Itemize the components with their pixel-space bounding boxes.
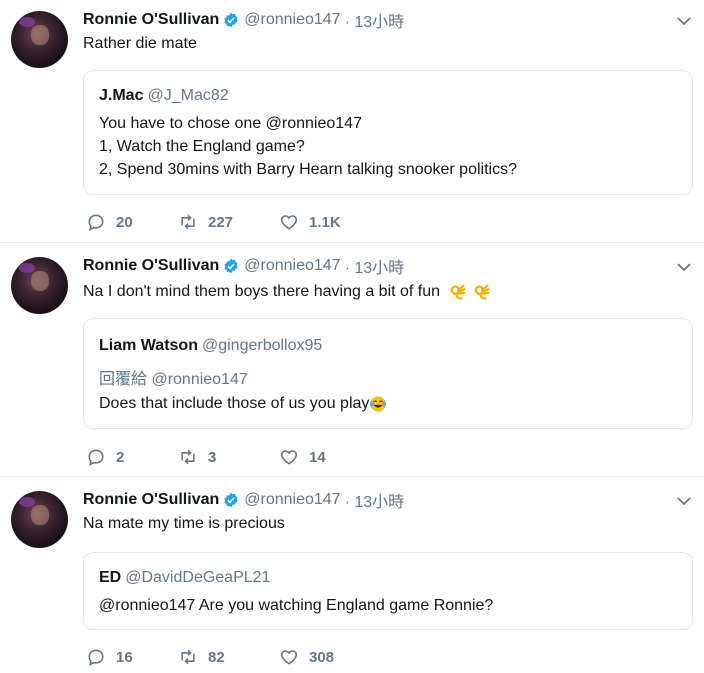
reply-icon — [88, 449, 104, 466]
tweet-text: Rather die mate — [83, 35, 197, 52]
verified-badge-icon — [224, 12, 238, 28]
reply-button[interactable]: 2 — [86, 447, 124, 467]
reply-button[interactable]: 20 — [86, 212, 133, 232]
like-count: 14 — [309, 448, 326, 466]
quoted-text-content: Does that include those of us you play — [99, 395, 370, 413]
verified-badge-icon — [224, 492, 238, 508]
quoted-author-handle: @gingerbollox95 — [201, 337, 323, 354]
reply-to-label: 回覆給 @ronnieo147 — [99, 371, 248, 388]
retweet-count: 82 — [208, 648, 225, 666]
quoted-author-handle: @DavidDeGeaPL21 — [125, 569, 271, 586]
avatar[interactable] — [11, 11, 68, 68]
author-name[interactable]: Ronnie O'Sullivan — [83, 491, 219, 509]
reply-count: 20 — [116, 213, 133, 231]
retweet-button[interactable]: 3 — [178, 447, 216, 467]
quoted-tweet[interactable]: Liam Watson @gingerbollox95 回覆給 @ronnieo1… — [83, 318, 693, 429]
quoted-text-line: Does that include those of us you play — [99, 395, 387, 413]
quoted-author: J.Mac @J_Mac82 — [99, 87, 229, 105]
verified-badge-icon — [224, 258, 238, 274]
author-handle[interactable]: @ronnieo147 — [244, 491, 340, 509]
reply-icon — [88, 649, 104, 666]
quoted-tweet[interactable]: ED @DavidDeGeaPL21 @ronnieo147 Are you wa… — [83, 552, 693, 630]
retweet-icon — [181, 449, 195, 465]
like-button[interactable]: 1.1K — [279, 212, 341, 232]
like-count: 1.1K — [309, 213, 341, 231]
quoted-text-line: You have to chose one @ronnieo147 — [99, 115, 362, 132]
chevron-down-icon[interactable] — [676, 13, 692, 29]
ok-hand-icon — [474, 284, 490, 300]
avatar[interactable] — [11, 257, 68, 314]
quoted-text-line: 1, Watch the England game? — [99, 138, 305, 155]
tweet-header: Ronnie O'Sullivan @ronnieo147 · 13小時 — [83, 9, 404, 31]
quoted-author-handle: @J_Mac82 — [147, 87, 229, 104]
chevron-down-icon[interactable] — [676, 493, 692, 509]
like-button[interactable]: 308 — [279, 647, 334, 667]
retweet-icon — [181, 214, 195, 230]
tweet-2[interactable]: Ronnie O'Sullivan @ronnieo147 · 13小時 Na … — [0, 243, 704, 476]
heart-icon — [280, 650, 298, 665]
face-with-tears-of-joy-icon — [370, 396, 387, 412]
quoted-author: ED @DavidDeGeaPL21 — [99, 569, 270, 587]
tweet-header: Ronnie O'Sullivan @ronnieo147 · 13小時 — [83, 489, 404, 511]
reply-count: 16 — [116, 648, 133, 666]
quoted-author: Liam Watson @gingerbollox95 — [99, 337, 322, 355]
author-handle[interactable]: @ronnieo147 — [244, 257, 340, 275]
author-name[interactable]: Ronnie O'Sullivan — [83, 257, 219, 275]
timestamp[interactable]: · 13小時 — [345, 488, 405, 512]
timestamp[interactable]: · 13小時 — [345, 254, 405, 278]
avatar[interactable] — [11, 491, 68, 548]
retweet-button[interactable]: 82 — [178, 647, 225, 667]
reply-button[interactable]: 16 — [86, 647, 133, 667]
tweet-header: Ronnie O'Sullivan @ronnieo147 · 13小時 — [83, 255, 404, 277]
tweet-text: Na I don't mind them boys there having a… — [83, 283, 491, 301]
reply-count: 2 — [116, 448, 125, 466]
retweet-count: 227 — [208, 213, 234, 231]
author-name[interactable]: Ronnie O'Sullivan — [83, 11, 219, 29]
ok-hand-icon — [450, 284, 465, 300]
heart-icon — [280, 450, 298, 465]
tweet-text-content: Na I don't mind them boys there having a… — [83, 283, 441, 301]
quoted-author-name: J.Mac — [99, 87, 144, 104]
quoted-text-line: @ronnieo147 Are you watching England gam… — [99, 597, 494, 614]
timestamp[interactable]: · 13小時 — [345, 8, 405, 32]
quoted-tweet[interactable]: J.Mac @J_Mac82 You have to chose one @ron… — [83, 70, 693, 195]
reply-icon — [88, 214, 104, 231]
like-count: 308 — [309, 648, 335, 666]
retweet-button[interactable]: 227 — [178, 212, 233, 232]
author-handle[interactable]: @ronnieo147 — [244, 11, 340, 29]
tweet-3[interactable]: Ronnie O'Sullivan @ronnieo147 · 13小時 Na … — [0, 477, 704, 673]
tweet-text: Na mate my time is precious — [83, 515, 285, 532]
tweet-1[interactable]: Ronnie O'Sullivan @ronnieo147 · 13小時 Rat… — [0, 0, 704, 242]
chevron-down-icon[interactable] — [676, 259, 692, 275]
heart-icon — [280, 215, 298, 230]
retweet-count: 3 — [208, 448, 217, 466]
quoted-text-line: 2, Spend 30mins with Barry Hearn talking… — [99, 161, 517, 178]
retweet-icon — [181, 649, 195, 665]
quoted-author-name: Liam Watson — [99, 337, 198, 354]
quoted-author-name: ED — [99, 569, 122, 586]
like-button[interactable]: 14 — [279, 447, 326, 467]
